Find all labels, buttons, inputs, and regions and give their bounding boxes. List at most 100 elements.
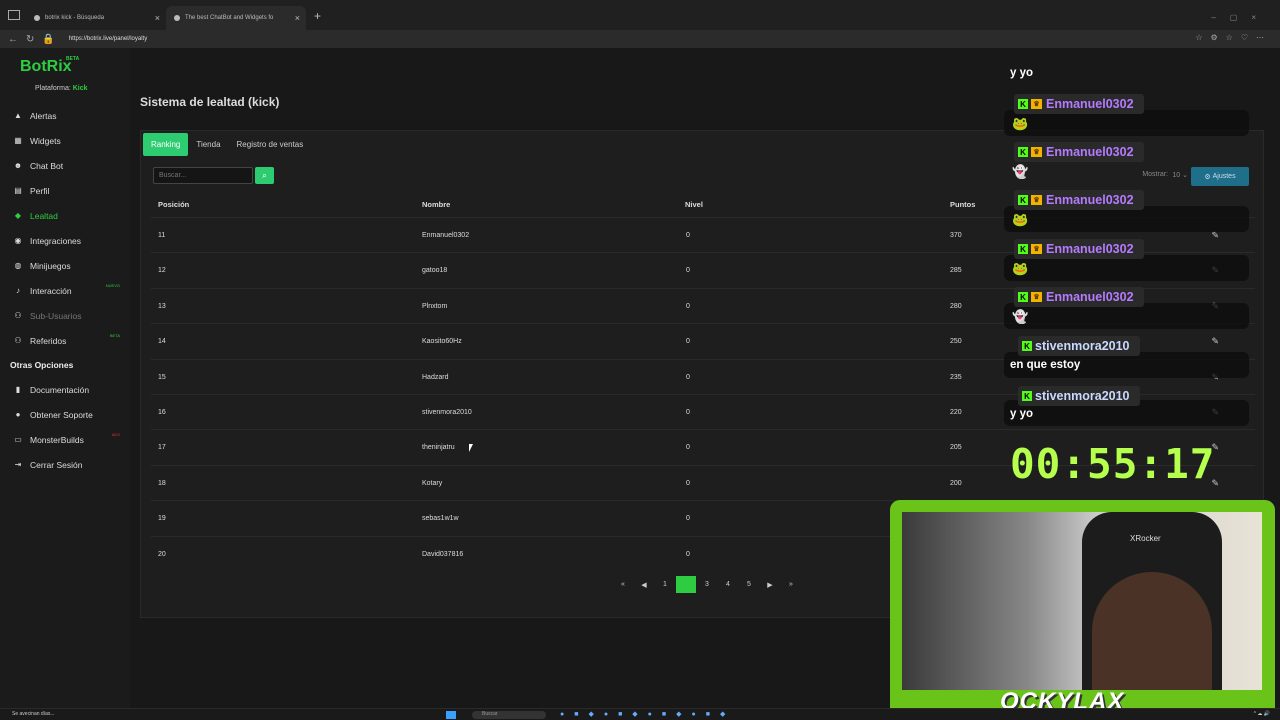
cell-points: 205: [950, 444, 962, 452]
question-icon: ●: [15, 410, 21, 419]
browser-tab-search[interactable]: botrix kick - Búsqueda ×: [26, 6, 166, 30]
kick-badge-icon: K: [1018, 195, 1028, 205]
extension-icons[interactable]: ☆⚙☆♡⋯: [1195, 33, 1272, 42]
close-tab-icon[interactable]: ×: [295, 13, 300, 23]
crown-badge-icon: ♛: [1031, 99, 1042, 109]
sidebar-item-label: Referidos: [30, 335, 67, 346]
sidebar: BotRix BETA Plataforma: Kick ▲ Alertas ▦ W…: [0, 48, 130, 708]
browser-tab-strip: botrix kick - Búsqueda × The best ChatBo…: [0, 0, 1280, 30]
robot-icon: ☻: [13, 161, 23, 170]
browser-tab-botrix[interactable]: The best ChatBot and Widgets fo ×: [166, 6, 306, 30]
sidebar-item-documentacion[interactable]: ▮ Documentación: [0, 377, 130, 402]
column-header-level[interactable]: Nivel: [685, 200, 703, 209]
taskbar-news[interactable]: Se avecinan días...: [12, 711, 55, 717]
sidebar-item-perfil[interactable]: ▤ Perfil: [0, 178, 130, 203]
search-input[interactable]: [153, 167, 253, 184]
cell-points: 235: [950, 373, 962, 381]
cell-points: 285: [950, 267, 962, 275]
sidebar-item-alertas[interactable]: ▲ Alertas: [0, 103, 130, 128]
cell-level: 0: [686, 515, 690, 523]
sidebar-item-soporte[interactable]: ● Obtener Soporte: [0, 402, 130, 427]
gamepad-icon: ◍: [14, 261, 22, 270]
page-1[interactable]: 1: [655, 576, 675, 593]
new-tab-icon[interactable]: +: [314, 9, 321, 23]
page-4[interactable]: 4: [718, 576, 738, 593]
sidebar-item-label: Interacción: [30, 285, 72, 296]
next-page-icon[interactable]: ▶: [760, 576, 780, 593]
sidebar-item-referidos[interactable]: ⚇ Referidos BETA: [0, 328, 130, 353]
chat-username: K ♛ Enmanuel0302: [1014, 239, 1144, 259]
window-controls[interactable]: –▢×: [1211, 13, 1270, 22]
cell-position: 19: [158, 515, 166, 523]
frog-emote-icon: 🐸: [1012, 261, 1029, 276]
cell-position: 11: [158, 232, 166, 239]
tab-registro-ventas[interactable]: Registro de ventas: [229, 133, 312, 156]
cell-name: theninjatru: [422, 444, 455, 452]
stream-chat-overlay: y yo K ♛ Enmanuel0302 🐸 K ♛ Enmanuel0302 👻 K…: [1004, 58, 1254, 488]
chat-username: K ♛ Enmanuel0302: [1014, 142, 1144, 162]
monitor-icon: ▭: [14, 435, 22, 444]
sidebar-item-integraciones[interactable]: ◉ Integraciones: [0, 228, 130, 253]
crown-badge-icon: ♛: [1031, 244, 1042, 254]
prev-page-icon[interactable]: ◀: [634, 576, 654, 593]
sidebar-item-label: Perfil: [30, 185, 50, 196]
ghost-emote-icon: 👻: [1012, 164, 1029, 179]
page-2[interactable]: 2: [676, 576, 696, 593]
last-page-icon[interactable]: »: [781, 576, 801, 593]
mouse-cursor-icon: [469, 444, 477, 452]
page-5[interactable]: 5: [739, 576, 759, 593]
page-3[interactable]: 3: [697, 576, 717, 593]
cell-position: 20: [158, 550, 166, 558]
sidebar-item-chatbot[interactable]: ☻ Chat Bot: [0, 153, 130, 178]
taskbar-app-icons[interactable]: ●■◆●■◆●■◆●■◆: [560, 710, 735, 718]
taskbar-search[interactable]: Buscar: [472, 711, 546, 719]
sidebar-item-interaccion[interactable]: ♪ Interacción NUEVO: [0, 278, 130, 303]
chat-username: K ♛ Enmanuel0302: [1014, 190, 1144, 210]
search-button[interactable]: ⌕: [255, 167, 274, 184]
id-card-icon: ▤: [14, 186, 22, 195]
sidebar-item-monsterbuilds[interactable]: ▭ MonsterBuilds ADS: [0, 427, 130, 452]
sidebar-item-minijuegos[interactable]: ◍ Minijuegos: [0, 253, 130, 278]
chat-message-text: en que estoy: [1010, 359, 1081, 371]
column-header-position[interactable]: Posición: [158, 200, 189, 209]
cell-position: 18: [158, 479, 166, 487]
cell-points: 280: [950, 302, 962, 310]
chat-message-text: y yo: [1010, 67, 1034, 79]
url-field[interactable]: https://botrix.live/panel/loyalty: [69, 36, 147, 42]
webcam-feed: XRocker: [902, 512, 1262, 690]
kick-badge-icon: K: [1018, 147, 1028, 157]
chair-brand: XRocker: [1130, 534, 1161, 543]
chat-username: Kstivenmora2010: [1018, 386, 1140, 406]
tab-actions-icon[interactable]: [8, 10, 20, 20]
first-page-icon[interactable]: «: [613, 576, 633, 593]
grid-icon: ▦: [14, 136, 22, 145]
refresh-icon[interactable]: ↻: [26, 34, 34, 45]
webcam-overlay: XRocker OCKYLAX: [890, 500, 1275, 720]
cell-level: 0: [686, 479, 690, 487]
system-tray[interactable]: ^ ☁ 🔊: [1254, 711, 1270, 717]
botrix-logo[interactable]: BotRix: [20, 58, 72, 76]
windows-start-icon[interactable]: [446, 711, 456, 719]
sidebar-item-lealtad[interactable]: ◆ Lealtad: [0, 203, 130, 228]
sidebar-item-cerrar-sesion[interactable]: ⇥ Cerrar Sesión: [0, 452, 130, 477]
cell-position: 17: [158, 444, 166, 452]
bing-icon: [34, 15, 40, 21]
column-header-points[interactable]: Puntos: [950, 200, 975, 209]
sidebar-item-widgets[interactable]: ▦ Widgets: [0, 128, 130, 153]
chat-username: K ♛ Enmanuel0302: [1014, 287, 1144, 307]
close-tab-icon[interactable]: ×: [155, 13, 160, 23]
frog-emote-icon: 🐸: [1012, 212, 1029, 227]
cell-name: sebas1w1w: [422, 515, 459, 523]
tab-tienda[interactable]: Tienda: [188, 133, 228, 156]
music-icon: ♪: [16, 286, 20, 295]
column-header-name[interactable]: Nombre: [422, 200, 450, 209]
sidebar-item-label: Chat Bot: [30, 160, 64, 171]
chat-username: K ♛ Enmanuel0302: [1014, 94, 1144, 114]
back-icon[interactable]: ←: [8, 34, 18, 45]
gem-icon: ◆: [14, 211, 22, 220]
platform-label: Plataforma: Kick: [35, 85, 88, 92]
tab-ranking[interactable]: Ranking: [143, 133, 189, 156]
kick-badge-icon: K: [1018, 244, 1028, 254]
crown-badge-icon: ♛: [1031, 292, 1042, 302]
frog-emote-icon: 🐸: [1012, 116, 1029, 131]
